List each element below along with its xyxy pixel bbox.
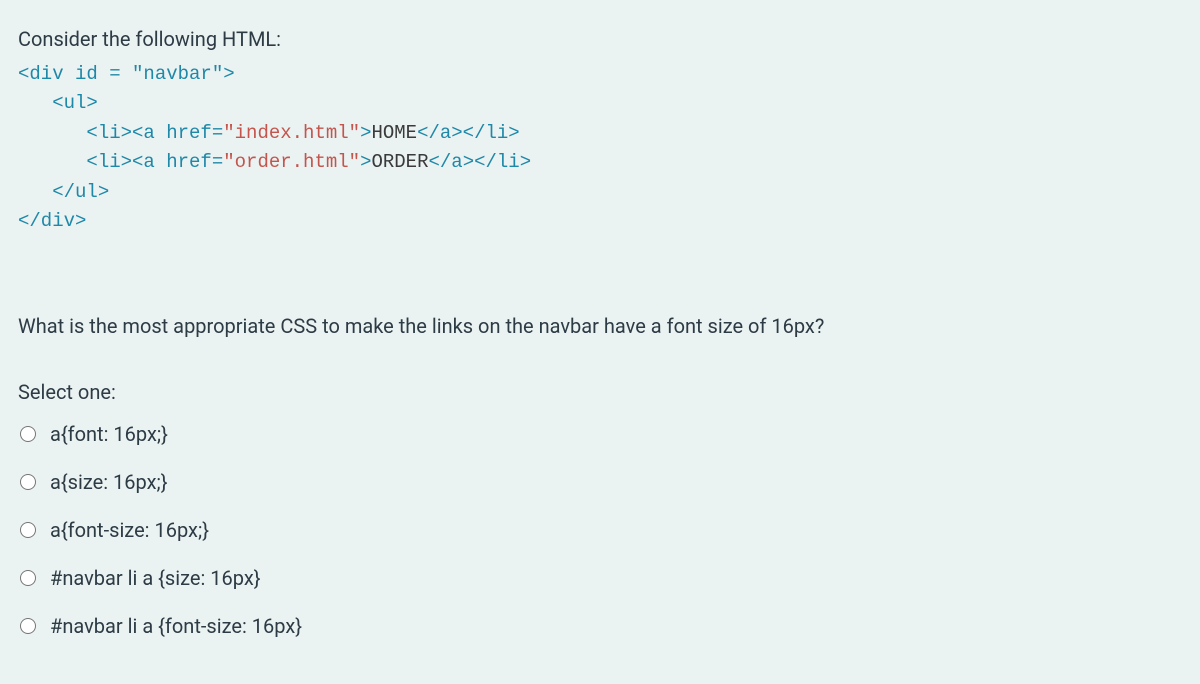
radio-option-a[interactable] (20, 426, 36, 442)
code-line-part: > (360, 151, 371, 173)
code-line-part: > (360, 122, 371, 144)
option-label[interactable]: #navbar li a {size: 16px} (50, 563, 261, 593)
code-line-part: <li><a href= (18, 151, 223, 173)
options-list: a{font: 16px;} a{size: 16px;} a{font-siz… (18, 419, 1182, 641)
option-label[interactable]: a{font-size: 16px;} (50, 515, 209, 545)
code-line-part: "index.html" (223, 122, 360, 144)
option-label[interactable]: a{font: 16px;} (50, 419, 168, 449)
option-c[interactable]: a{font-size: 16px;} (18, 515, 1182, 545)
code-line: <ul> (18, 92, 98, 114)
code-block: <div id = "navbar"> <ul> <li><a href="in… (18, 60, 1182, 237)
question-intro: Consider the following HTML: (18, 24, 1182, 54)
option-e[interactable]: #navbar li a {font-size: 16px} (18, 611, 1182, 641)
option-label[interactable]: a{size: 16px;} (50, 467, 168, 497)
code-line-part: <li><a href= (18, 122, 223, 144)
code-line-part: </a></li> (417, 122, 520, 144)
question-page: Consider the following HTML: <div id = "… (0, 0, 1200, 684)
code-line: </ul> (18, 181, 109, 203)
code-line-part: </a></li> (428, 151, 531, 173)
radio-option-e[interactable] (20, 618, 36, 634)
option-label[interactable]: #navbar li a {font-size: 16px} (50, 611, 302, 641)
option-b[interactable]: a{size: 16px;} (18, 467, 1182, 497)
code-line-part: HOME (371, 122, 417, 144)
radio-option-b[interactable] (20, 474, 36, 490)
option-a[interactable]: a{font: 16px;} (18, 419, 1182, 449)
radio-option-c[interactable] (20, 522, 36, 538)
code-line: </div> (18, 210, 86, 232)
question-text: What is the most appropriate CSS to make… (18, 311, 1182, 341)
code-line-part: "order.html" (223, 151, 360, 173)
code-line-part: ORDER (371, 151, 428, 173)
radio-option-d[interactable] (20, 570, 36, 586)
option-d[interactable]: #navbar li a {size: 16px} (18, 563, 1182, 593)
select-one-label: Select one: (18, 377, 1182, 407)
code-line: <div id = "navbar"> (18, 63, 235, 85)
